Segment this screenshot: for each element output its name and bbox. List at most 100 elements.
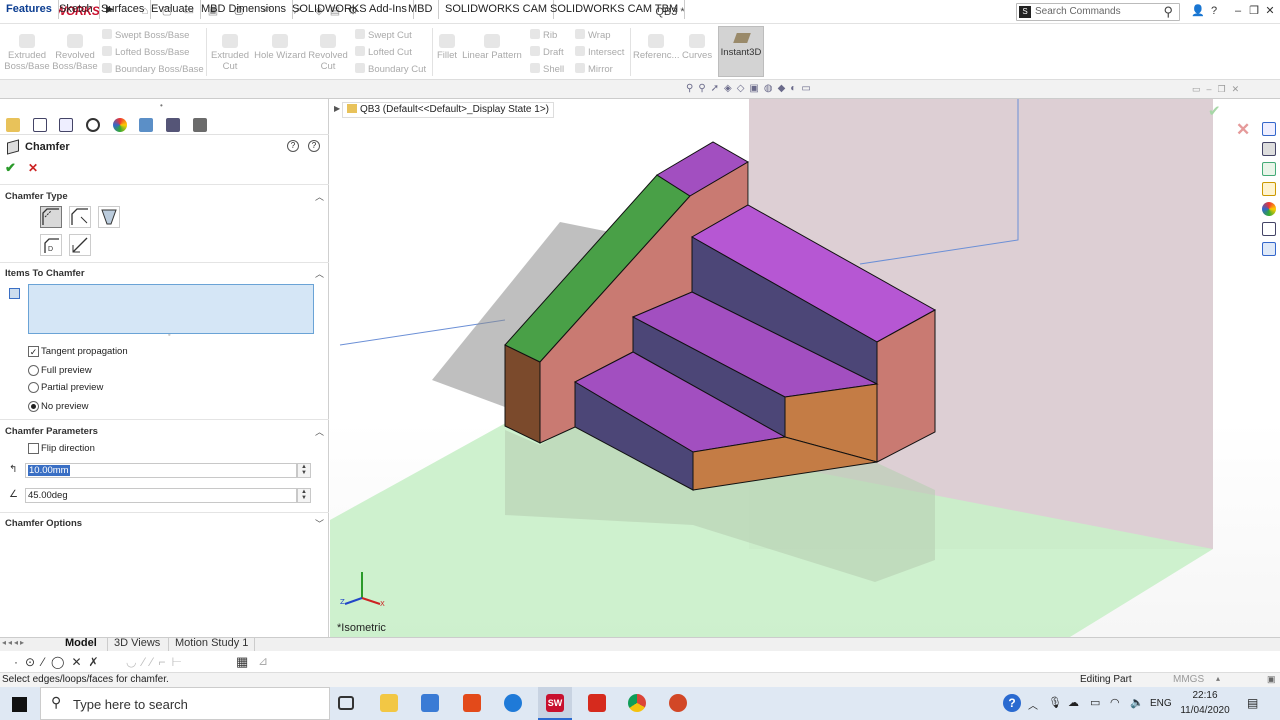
flyout-tree-breadcrumb[interactable]: QB3 (Default<<Default>_Display State 1>): [342, 102, 554, 118]
draft-button[interactable]: Draft: [530, 44, 564, 61]
network-icon[interactable]: ◠: [1110, 696, 1120, 709]
task-pane-forum-icon[interactable]: [1262, 242, 1276, 256]
what-is-new-icon[interactable]: ?: [308, 140, 320, 152]
battery-icon[interactable]: ▭: [1090, 696, 1100, 709]
extruded-cut-button[interactable]: Extruded Cut: [208, 34, 252, 72]
edge-browser-icon[interactable]: [504, 694, 522, 712]
task-pane-appearances-icon[interactable]: [1262, 202, 1276, 216]
cam-operation-icon[interactable]: [166, 118, 180, 132]
extruded-boss-button[interactable]: Extruded Boss/Base: [4, 34, 50, 72]
tab-evaluate[interactable]: Evaluate: [145, 0, 201, 19]
boundary-boss-button[interactable]: Boundary Boss/Base: [102, 61, 204, 78]
curves-button[interactable]: Curves: [682, 34, 712, 61]
tree-expand-icon[interactable]: ▶: [334, 104, 340, 113]
unit-system[interactable]: MMGS: [1173, 674, 1204, 685]
collapse-caret-icon[interactable]: ︿: [315, 190, 324, 203]
tab-3d-views[interactable]: 3D Views: [107, 637, 166, 651]
task-view-icon[interactable]: [338, 696, 354, 710]
tab-sketch[interactable]: Sketch: [53, 0, 100, 19]
partial-preview-radio[interactable]: [28, 382, 39, 393]
lofted-boss-button[interactable]: Lofted Boss/Base: [102, 44, 189, 61]
no-preview-radio[interactable]: [28, 401, 39, 412]
collapse-caret-icon[interactable]: ︿: [315, 267, 324, 280]
tab-solidworks-cam-tbm[interactable]: SOLIDWORKS CAM TBM: [544, 0, 686, 19]
wrap-button[interactable]: Wrap: [575, 27, 611, 44]
units-dropdown-icon[interactable]: ▴: [1216, 674, 1220, 683]
volume-icon[interactable]: 🔈: [1130, 696, 1144, 709]
face-face-type-button[interactable]: [69, 234, 91, 256]
clock-date[interactable]: 11/04/2020: [1176, 705, 1234, 716]
windows-start-icon[interactable]: [12, 697, 27, 712]
collapse-caret-icon[interactable]: ︿: [315, 425, 324, 438]
tab-mbd[interactable]: MBD: [402, 0, 440, 19]
swept-boss-button[interactable]: Swept Boss/Base: [102, 27, 189, 44]
cam-tool-icon[interactable]: [193, 118, 207, 132]
vertex-type-button[interactable]: [98, 206, 120, 228]
task-pane-home-icon[interactable]: [1262, 122, 1276, 136]
confirm-corner-ok-icon[interactable]: ✔: [1208, 102, 1221, 120]
tab-mbd-dimensions[interactable]: MBD Dimensions: [195, 0, 293, 19]
search-commands-field[interactable]: S Search Commands ⚲: [1016, 3, 1180, 21]
search-icon[interactable]: ⚲: [1163, 4, 1173, 20]
expand-caret-icon[interactable]: ﹀: [315, 517, 324, 530]
sketch-tool-icons-disabled[interactable]: ◡⁄⁄⌐⊢: [126, 655, 188, 669]
tab-model[interactable]: Model: [59, 637, 103, 651]
dimxpert-icon[interactable]: [86, 118, 100, 132]
linear-pattern-button[interactable]: Linear Pattern: [462, 34, 522, 61]
heads-up-view-toolbar[interactable]: ⚲⚲➚◈◇▣◍◆◐▭: [686, 83, 916, 97]
task-pane-custom-properties-icon[interactable]: [1262, 222, 1276, 236]
file-explorer-icon[interactable]: [380, 694, 398, 712]
help-tray-icon[interactable]: ?: [1003, 694, 1021, 712]
distance-spin-buttons[interactable]: ▲ ▼: [297, 463, 311, 478]
task-pane-file-explorer-icon[interactable]: [1262, 182, 1276, 196]
store-icon[interactable]: [421, 694, 439, 712]
mirror-button[interactable]: Mirror: [575, 61, 613, 78]
search-scope-icon[interactable]: S: [1019, 6, 1031, 18]
tangent-propagation-checkbox[interactable]: ✓: [28, 346, 39, 357]
tray-expand-icon[interactable]: ︿: [1028, 697, 1038, 712]
shell-button[interactable]: Shell: [530, 61, 564, 78]
cam-feature-icon[interactable]: [139, 118, 153, 132]
reference-geometry-button[interactable]: Referenc...: [633, 34, 679, 61]
tab-solidworks-cam[interactable]: SOLIDWORKS CAM: [439, 0, 555, 19]
angle-distance-type-button[interactable]: [40, 206, 62, 228]
lofted-cut-button[interactable]: Lofted Cut: [355, 44, 412, 61]
cancel-x-icon[interactable]: ✕: [28, 161, 38, 175]
instant3d-button[interactable]: Instant3D: [718, 26, 764, 77]
distance-distance-type-button[interactable]: [69, 206, 91, 228]
taskbar-search-box[interactable]: ⚲ Type here to search: [40, 687, 330, 720]
viewport-window-controls[interactable]: ▭–❐✕: [1192, 84, 1245, 95]
onedrive-icon[interactable]: ☁: [1068, 696, 1079, 709]
notifications-icon[interactable]: ▤: [1247, 696, 1258, 710]
graphics-area[interactable]: Z X: [330, 99, 1280, 637]
restore-icon[interactable]: ❐: [1246, 3, 1262, 19]
featuremanager-icon[interactable]: [6, 118, 20, 132]
close-icon[interactable]: ✕: [1262, 3, 1278, 19]
configurationmanager-icon[interactable]: [59, 118, 73, 132]
boundary-cut-button[interactable]: Boundary Cut: [355, 61, 426, 78]
tab-features[interactable]: Features: [0, 0, 59, 19]
chrome-icon[interactable]: [628, 694, 646, 712]
flip-direction-checkbox[interactable]: [28, 443, 39, 454]
rib-button[interactable]: Rib: [530, 27, 557, 44]
smart-dimension-icon[interactable]: ⊿: [258, 654, 268, 668]
microphone-icon[interactable]: 🎙: [1048, 696, 1062, 709]
task-pane-resources-icon[interactable]: [1262, 142, 1276, 156]
revolved-boss-button[interactable]: Revolved Boss/Base: [52, 34, 98, 72]
offset-face-type-button[interactable]: D: [40, 234, 62, 256]
angle-spin-buttons[interactable]: ▲ ▼: [297, 488, 311, 503]
fillet-button[interactable]: Fillet: [436, 34, 458, 61]
distance-input[interactable]: 10.00mm: [25, 463, 297, 478]
powerpoint-icon[interactable]: [669, 694, 687, 712]
tab-surfaces[interactable]: Surfaces: [95, 0, 152, 19]
confirm-corner-cancel-icon[interactable]: ✕: [1236, 120, 1250, 140]
tab-motion-study[interactable]: Motion Study 1: [168, 637, 256, 651]
minimize-icon[interactable]: –: [1230, 3, 1246, 19]
user-icon[interactable]: 👤: [1190, 3, 1206, 19]
swept-cut-button[interactable]: Swept Cut: [355, 27, 412, 44]
revolved-cut-button[interactable]: Revolved Cut: [306, 34, 350, 72]
office-icon[interactable]: [463, 694, 481, 712]
listbox-resize-handle[interactable]: ◦: [168, 332, 170, 339]
grid-icon[interactable]: ▦: [236, 654, 248, 670]
full-preview-radio[interactable]: [28, 365, 39, 376]
